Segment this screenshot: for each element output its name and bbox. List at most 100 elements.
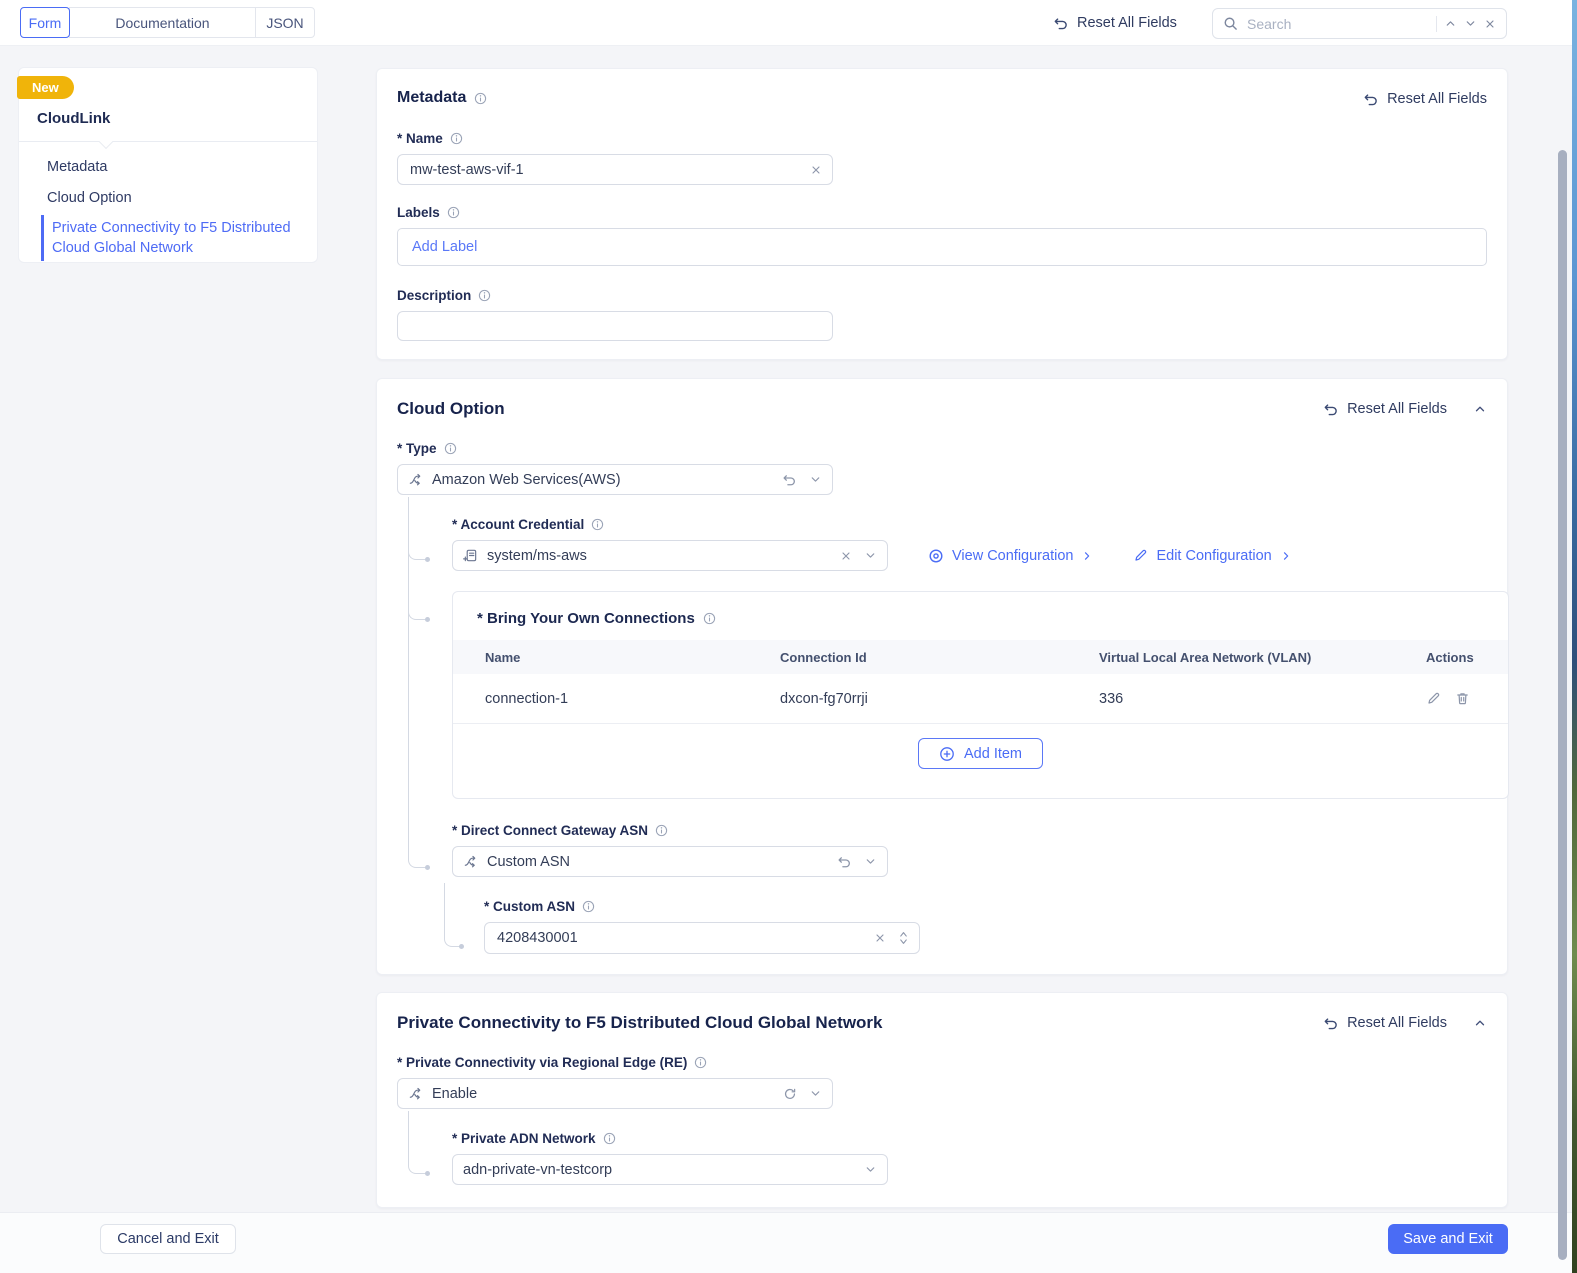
description-field-label: Description bbox=[397, 288, 472, 303]
refresh-icon[interactable] bbox=[783, 1087, 797, 1101]
description-field bbox=[397, 311, 833, 341]
custom-asn-input[interactable] bbox=[495, 929, 865, 947]
info-icon[interactable] bbox=[450, 132, 463, 145]
labels-field[interactable]: Add Label bbox=[397, 228, 1487, 266]
chevron-down-icon[interactable] bbox=[809, 1087, 822, 1100]
edit-configuration-link[interactable]: Edit Configuration bbox=[1133, 548, 1291, 564]
search-clear-icon[interactable] bbox=[1484, 18, 1496, 30]
info-icon[interactable] bbox=[603, 1132, 616, 1145]
delete-row-icon[interactable] bbox=[1455, 691, 1470, 706]
labels-field-label: Labels bbox=[397, 205, 440, 220]
stepper-up-icon bbox=[900, 932, 907, 937]
chevron-down-icon[interactable] bbox=[864, 549, 877, 562]
chevron-down-icon[interactable] bbox=[864, 1163, 877, 1176]
info-icon[interactable] bbox=[655, 824, 668, 837]
type-select-value: Amazon Web Services(AWS) bbox=[432, 471, 621, 488]
cell-connection-id: dxcon-fg70rrji bbox=[780, 690, 868, 707]
tab-json[interactable]: JSON bbox=[255, 7, 315, 38]
clear-field-icon[interactable] bbox=[874, 932, 886, 944]
info-icon[interactable] bbox=[694, 1056, 707, 1069]
add-item-button[interactable]: Add Item bbox=[917, 738, 1044, 769]
description-input[interactable] bbox=[408, 317, 822, 335]
plus-circle-icon bbox=[939, 746, 955, 762]
sidebar-item-metadata[interactable]: Metadata bbox=[19, 152, 317, 183]
collapse-section-icon[interactable] bbox=[1473, 402, 1487, 416]
chevron-right-icon bbox=[1280, 550, 1292, 562]
clear-name-icon[interactable] bbox=[810, 164, 822, 176]
column-header-name: Name bbox=[485, 649, 521, 665]
info-icon[interactable] bbox=[478, 289, 491, 302]
chevron-down-icon[interactable] bbox=[809, 473, 822, 486]
re-field-label: * Private Connectivity via Regional Edge… bbox=[397, 1055, 688, 1070]
chevron-down-icon[interactable] bbox=[864, 855, 877, 868]
search-prev-icon[interactable] bbox=[1444, 17, 1457, 30]
byoc-title: * Bring Your Own Connections bbox=[477, 610, 695, 627]
view-mode-tabs: Form Documentation JSON bbox=[20, 7, 315, 38]
tab-documentation[interactable]: Documentation bbox=[69, 7, 256, 38]
name-input[interactable] bbox=[408, 160, 801, 179]
metadata-section-title: Metadata bbox=[397, 89, 467, 106]
credential-reference-icon bbox=[463, 548, 478, 563]
info-icon[interactable] bbox=[703, 612, 716, 625]
type-field-label: * Type bbox=[397, 441, 437, 456]
view-configuration-label: View Configuration bbox=[952, 547, 1074, 564]
sidebar-item-cloud-option[interactable]: Cloud Option bbox=[19, 183, 317, 214]
search-next-icon[interactable] bbox=[1464, 17, 1477, 30]
custom-asn-field bbox=[484, 922, 920, 954]
number-stepper[interactable] bbox=[898, 930, 909, 946]
tab-form[interactable]: Form bbox=[20, 7, 70, 38]
metadata-reset-fields-button[interactable]: Reset All Fields bbox=[1363, 91, 1487, 107]
sidebar-item-private-connectivity[interactable]: Private Connectivity to F5 Distributed C… bbox=[41, 214, 317, 262]
tree-connector bbox=[408, 1111, 430, 1176]
reset-fields-label: Reset All Fields bbox=[1347, 401, 1447, 417]
tree-connector bbox=[408, 497, 430, 562]
search-divider bbox=[1436, 15, 1437, 32]
adn-network-value: adn-private-vn-testcorp bbox=[463, 1161, 613, 1178]
info-icon[interactable] bbox=[474, 92, 487, 105]
add-item-label: Add Item bbox=[963, 745, 1023, 762]
dcg-asn-value: Custom ASN bbox=[487, 853, 570, 870]
metadata-section: Metadata Reset All Fields * Name Labels … bbox=[376, 68, 1508, 360]
edit-row-icon[interactable] bbox=[1426, 691, 1441, 706]
info-icon[interactable] bbox=[582, 900, 595, 913]
tree-connector bbox=[408, 497, 430, 870]
sidebar-title: CloudLink bbox=[37, 110, 111, 127]
screen-edge-background bbox=[1572, 0, 1577, 1273]
private-connectivity-reset-fields-button[interactable]: Reset All Fields bbox=[1323, 1015, 1447, 1031]
info-icon[interactable] bbox=[447, 206, 460, 219]
account-credential-select[interactable]: system/ms-aws bbox=[452, 540, 888, 571]
section-nav-sidebar: New CloudLink Metadata Cloud Option Priv… bbox=[17, 67, 318, 263]
save-and-exit-button[interactable]: Save and Exit bbox=[1388, 1224, 1508, 1254]
scrollbar-thumb[interactable] bbox=[1558, 150, 1567, 1260]
pencil-icon bbox=[1133, 548, 1148, 563]
reset-all-fields-button[interactable]: Reset All Fields bbox=[1053, 15, 1177, 31]
tab-documentation-label: Documentation bbox=[115, 14, 210, 31]
view-configuration-link[interactable]: View Configuration bbox=[928, 548, 1093, 564]
search-box bbox=[1212, 8, 1507, 39]
tab-form-label: Form bbox=[28, 14, 62, 31]
cancel-and-exit-button[interactable]: Cancel and Exit bbox=[100, 1224, 236, 1254]
cloud-option-section-title: Cloud Option bbox=[397, 399, 505, 418]
collapse-section-icon[interactable] bbox=[1473, 1016, 1487, 1030]
add-label-trigger[interactable]: Add Label bbox=[412, 239, 477, 255]
type-select[interactable]: Amazon Web Services(AWS) bbox=[397, 464, 833, 495]
name-field bbox=[397, 154, 833, 185]
search-input[interactable] bbox=[1245, 14, 1429, 33]
custom-asn-field-label: * Custom ASN bbox=[484, 899, 576, 914]
undo-icon bbox=[1363, 91, 1379, 107]
cloud-option-reset-fields-button[interactable]: Reset All Fields bbox=[1323, 401, 1447, 417]
reset-field-icon[interactable] bbox=[837, 854, 852, 869]
column-header-vlan: Virtual Local Area Network (VLAN) bbox=[1099, 649, 1312, 665]
clear-field-icon[interactable] bbox=[840, 550, 852, 562]
name-field-label: * Name bbox=[397, 131, 443, 146]
adn-network-select[interactable]: adn-private-vn-testcorp bbox=[452, 1154, 888, 1185]
dcg-asn-select[interactable]: Custom ASN bbox=[452, 846, 888, 877]
reset-field-icon[interactable] bbox=[782, 472, 797, 487]
oneof-selector-icon bbox=[408, 472, 423, 487]
info-icon[interactable] bbox=[444, 442, 457, 455]
info-icon[interactable] bbox=[591, 518, 604, 531]
stepper-down-icon bbox=[900, 939, 907, 944]
reset-all-fields-label: Reset All Fields bbox=[1077, 15, 1177, 31]
re-select[interactable]: Enable bbox=[397, 1078, 833, 1109]
tree-connector bbox=[408, 497, 430, 622]
